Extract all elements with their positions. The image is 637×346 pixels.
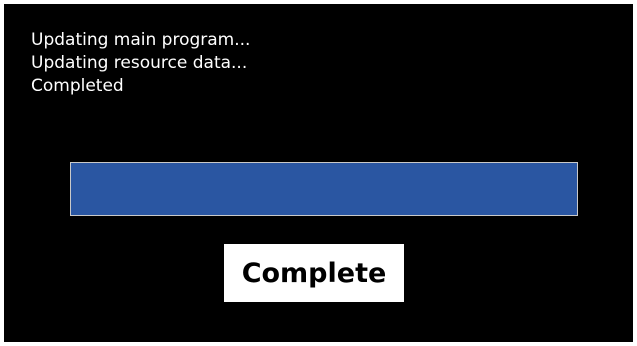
- status-line-main-program: Updating main program...: [31, 30, 251, 50]
- status-line-completed: Completed: [31, 76, 124, 96]
- status-line-resource-data: Updating resource data...: [31, 53, 248, 73]
- progress-bar-fill: [71, 163, 577, 215]
- status-log: Updating main program... Updating resour…: [31, 29, 250, 98]
- complete-button[interactable]: Complete: [222, 242, 406, 304]
- update-screen: Updating main program... Updating resour…: [4, 4, 633, 342]
- progress-bar: [70, 162, 578, 216]
